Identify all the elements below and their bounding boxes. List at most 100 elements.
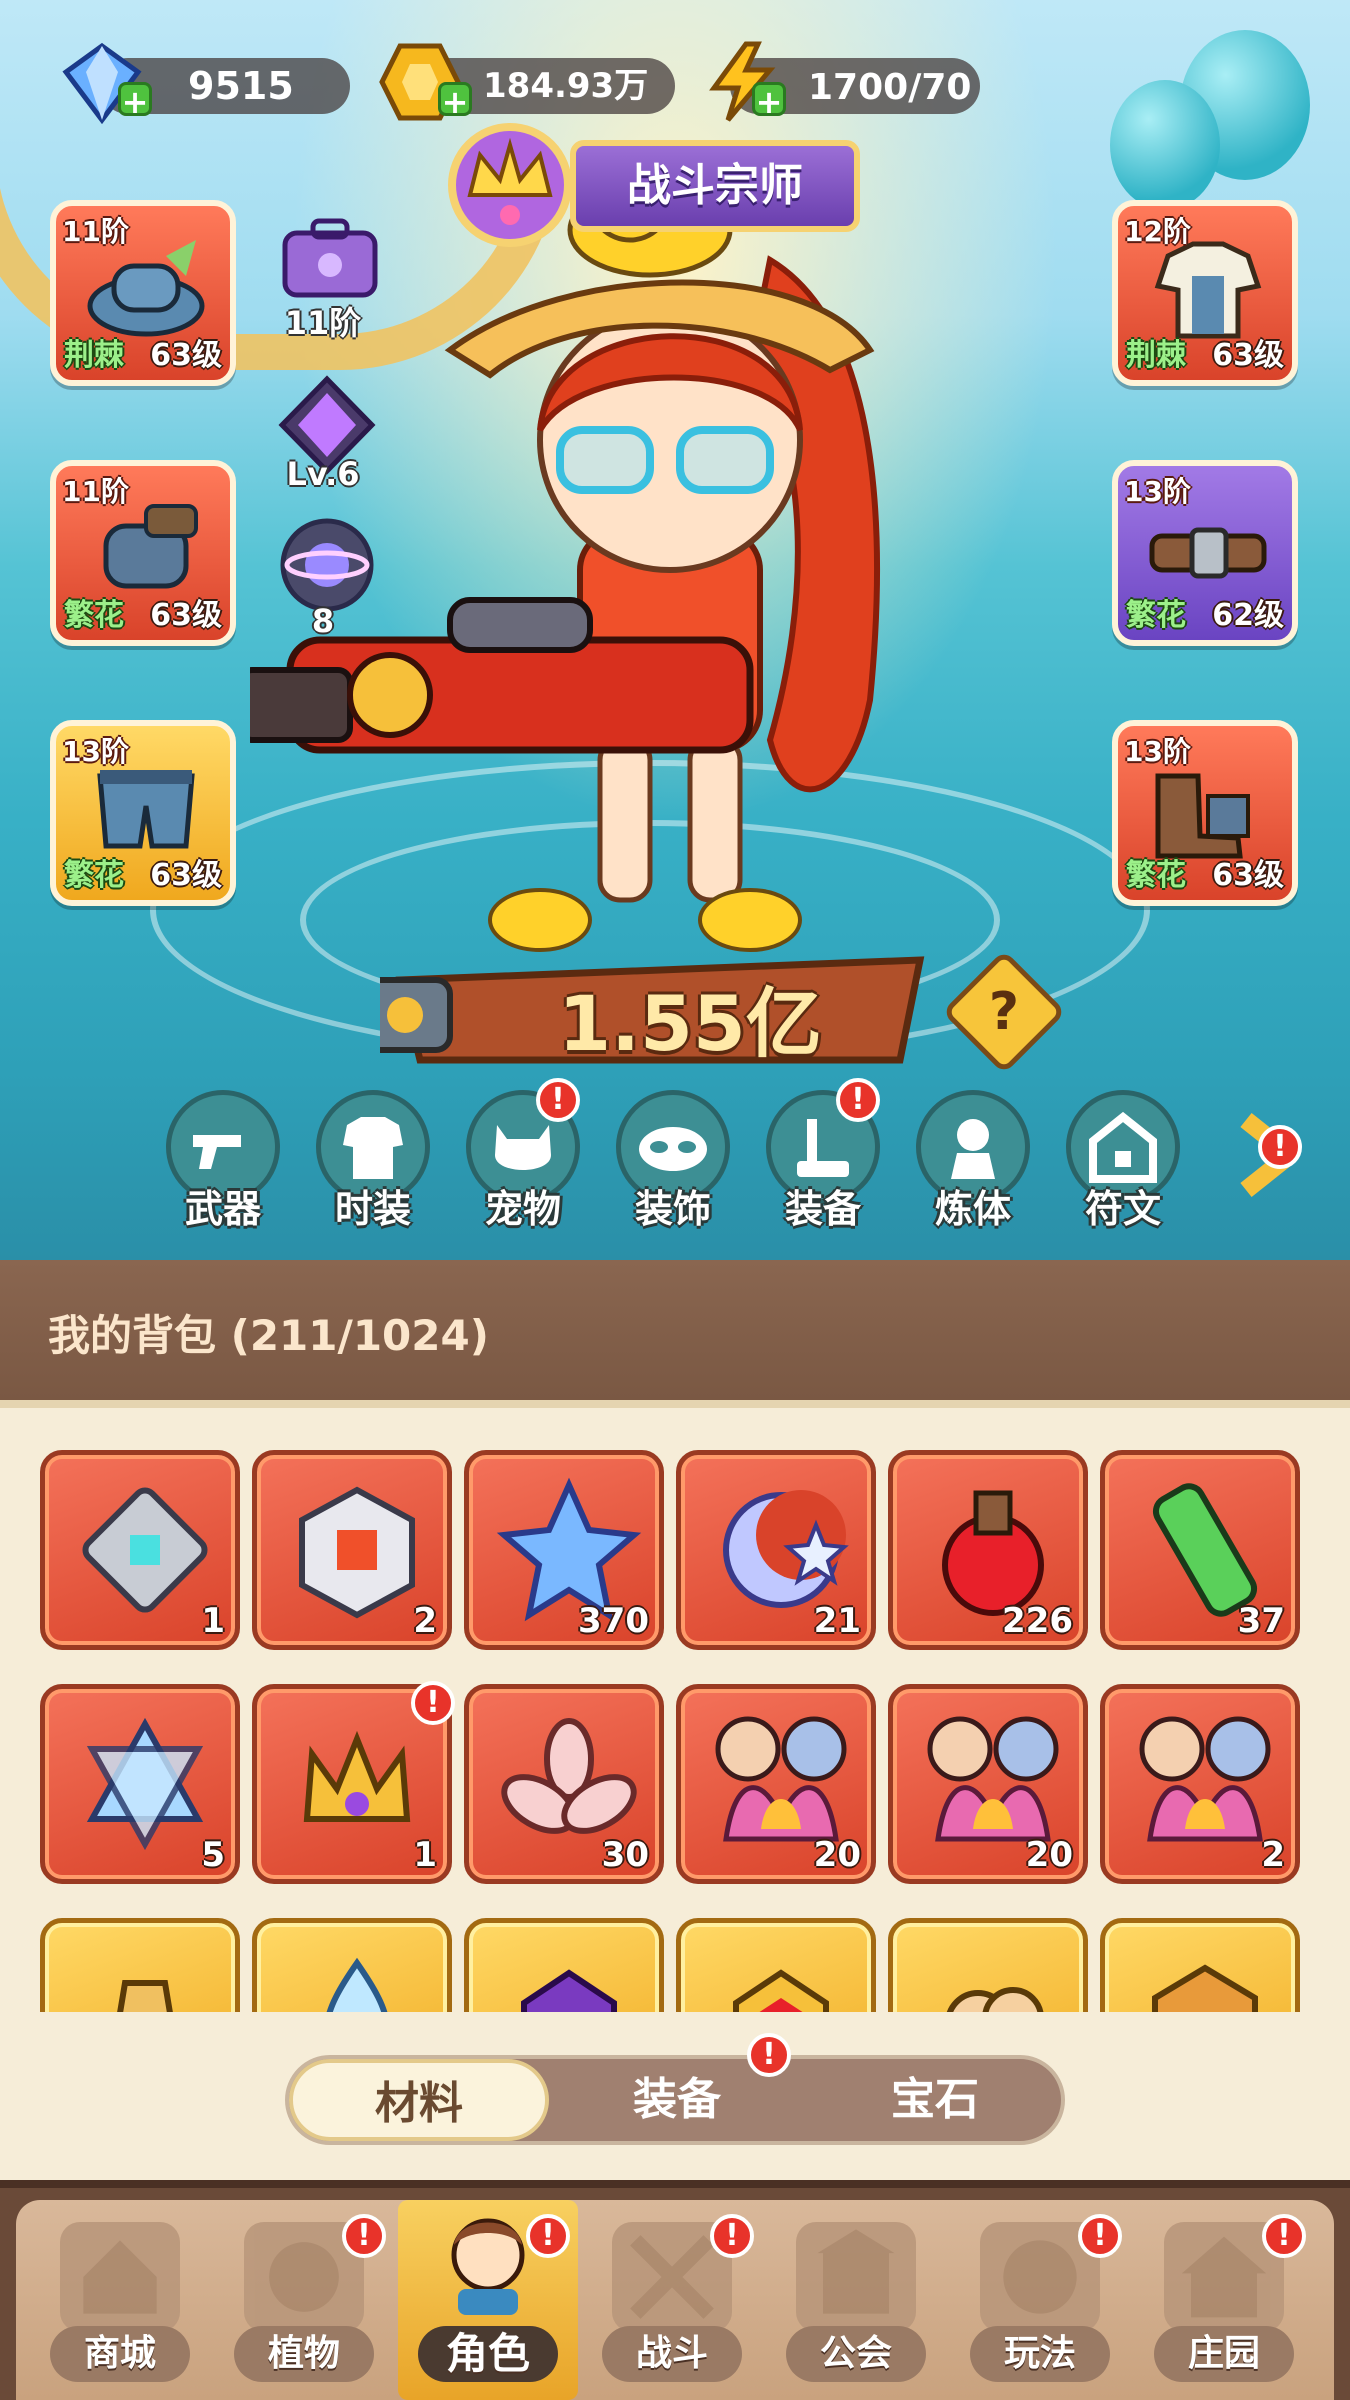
function-button-mask[interactable]: 装饰 — [608, 1090, 738, 1231]
notification-badge: ! — [1262, 2214, 1306, 2258]
function-button-weapon[interactable]: 武器 — [158, 1090, 288, 1231]
nav-label: 商城 — [50, 2326, 190, 2382]
item-count: 226 — [1002, 1601, 1073, 1641]
shop-icon — [60, 2222, 180, 2332]
slot-set-tag: 繁花 — [64, 598, 124, 633]
bag-item[interactable]: 370 — [464, 1450, 664, 1650]
slot-tier: 13阶 — [1124, 735, 1191, 768]
function-label: 时装 — [334, 1187, 411, 1231]
nav-label: 公会 — [786, 2326, 926, 2382]
nav-character[interactable]: 角色! — [398, 2200, 578, 2400]
planet-count-label: 8 — [311, 602, 335, 640]
bag-tab-2[interactable]: 宝石 — [805, 2059, 1065, 2141]
equip-slot-right-2[interactable]: 13阶 繁花 62级 — [1112, 460, 1298, 646]
notification-badge: ! — [411, 1681, 455, 1725]
bag-item[interactable]: 21 — [676, 1450, 876, 1650]
nav-label: 植物 — [234, 2326, 374, 2382]
hexagram-icon — [86, 1717, 204, 1851]
item-count: 370 — [578, 1601, 649, 1641]
hex-gem-icon — [1152, 1964, 1258, 2012]
slot-set-tag: 荆棘 — [1126, 338, 1186, 373]
slot-set-tag: 繁花 — [64, 858, 124, 893]
slot-level: 63级 — [150, 338, 222, 373]
crown-icon — [303, 1730, 411, 1822]
add-gold-button[interactable]: + — [438, 82, 472, 119]
slot-tier: 13阶 — [62, 735, 129, 768]
more-functions-badge: ! — [1258, 1125, 1302, 1169]
equip-slot-left-3[interactable]: 13阶 繁花 63级 — [50, 720, 236, 906]
bag-grid: 1 2 370 21 226 37 5 1! 30 20 20 2 — [30, 1440, 1320, 2012]
slot-tier: 13阶 — [1124, 475, 1191, 508]
notification-badge: ! — [526, 2214, 570, 2258]
slot-level: 63级 — [150, 598, 222, 633]
droplet-icon — [326, 1957, 388, 2012]
equip-slot-left-2[interactable]: 11阶繁花 63级 — [50, 460, 236, 646]
function-button-rune[interactable]: 符文 — [1058, 1090, 1188, 1231]
notification-badge: ! — [747, 2033, 791, 2077]
item-count: 37 — [1237, 1601, 1285, 1641]
bag-item[interactable] — [464, 1918, 664, 2012]
bag-item[interactable]: 226 — [888, 1450, 1088, 1650]
bottle-icon — [117, 1980, 173, 2012]
bag-item[interactable]: 37 — [1100, 1450, 1300, 1650]
bag-item[interactable]: 20 — [888, 1684, 1088, 1884]
bag-item[interactable] — [888, 1918, 1088, 2012]
bag-item[interactable] — [1100, 1918, 1300, 2012]
function-button-pet[interactable]: 宠物! — [458, 1078, 588, 1231]
nav-gameplay[interactable]: 玩法! — [950, 2200, 1130, 2400]
item-count: 2 — [413, 1601, 437, 1641]
slot-tier: 11阶 — [62, 475, 129, 508]
bag-purple-icon[interactable] — [275, 215, 385, 305]
equip-slot-right-1[interactable]: 12阶 荆棘 63级 — [1112, 200, 1298, 386]
bag-tier-label: 11阶 — [284, 304, 362, 342]
notification-badge: ! — [1078, 2214, 1122, 2258]
function-label: 武器 — [184, 1187, 261, 1231]
bag-item[interactable]: 1 — [40, 1450, 240, 1650]
function-label: 符文 — [1084, 1187, 1161, 1231]
character-scene: 9515 + 184.93万 + 1700/70 + 战斗宗师 11阶 荆棘 63级… — [0, 0, 1350, 1260]
bag-tab-0[interactable]: 材料 — [289, 2059, 549, 2141]
nav-manor[interactable]: 庄园! — [1134, 2200, 1314, 2400]
bag-item[interactable]: 2 — [252, 1450, 452, 1650]
function-button-equipment[interactable]: 装备! — [758, 1078, 888, 1231]
nav-shop[interactable]: 商城 — [30, 2200, 210, 2400]
gold-value: 184.93万 — [483, 66, 649, 106]
function-label: 装饰 — [634, 1187, 711, 1231]
slot-level: 63级 — [1212, 338, 1284, 373]
function-label: 宠物 — [484, 1187, 561, 1231]
flower-portrait-icon — [1139, 1716, 1271, 1842]
purple-gem-icon — [521, 1969, 617, 2012]
item-count: 1 — [413, 1835, 437, 1875]
bag-item[interactable] — [252, 1918, 452, 2012]
bag-item[interactable] — [676, 1918, 876, 2012]
slot-set-tag: 繁花 — [1126, 858, 1186, 893]
bag-item[interactable]: 1! — [252, 1681, 455, 1884]
nav-plant[interactable]: 植物! — [214, 2200, 394, 2400]
equip-slot-right-3[interactable]: 13阶繁花 63级 — [1112, 720, 1298, 906]
planet-icon[interactable] — [272, 515, 382, 615]
swirl-icon — [946, 1987, 1044, 2012]
title-badge[interactable]: 战斗宗师 — [570, 140, 860, 232]
bag-item[interactable] — [40, 1918, 240, 2012]
nav-label: 战斗 — [602, 2326, 742, 2382]
slot-level: 63级 — [1212, 858, 1284, 893]
nav-guild[interactable]: 公会 — [766, 2200, 946, 2400]
bag-item[interactable]: 30 — [464, 1684, 664, 1884]
function-button-outfit[interactable]: 时装 — [308, 1090, 438, 1231]
item-count: 1 — [201, 1601, 225, 1641]
gems-value: 9515 — [188, 64, 294, 108]
function-label: 炼体 — [934, 1187, 1011, 1231]
bag-item[interactable]: 2 — [1100, 1684, 1300, 1884]
bag-item[interactable]: 5 — [40, 1684, 240, 1884]
bag-item[interactable]: 20 — [676, 1684, 876, 1884]
notification-badge: ! — [536, 1078, 580, 1122]
nav-label: 玩法 — [970, 2326, 1110, 2382]
frame-crystal-icon — [82, 1487, 208, 1613]
function-button-body-refine[interactable]: 炼体 — [908, 1090, 1038, 1231]
equip-slot-left-1[interactable]: 11阶 荆棘 63级 — [50, 200, 236, 386]
add-energy-button[interactable]: + — [752, 82, 786, 119]
add-gems-button[interactable]: + — [118, 82, 152, 119]
slot-tier: 11阶 — [62, 215, 129, 248]
item-count: 20 — [813, 1835, 861, 1875]
nav-battle[interactable]: 战斗! — [582, 2200, 762, 2400]
